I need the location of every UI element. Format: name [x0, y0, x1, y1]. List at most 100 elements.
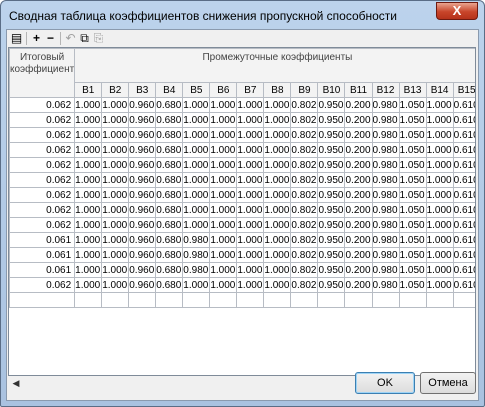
coefficient-cell[interactable]: 1.000: [209, 142, 238, 158]
coefficient-cell[interactable]: 0.610: [452, 172, 475, 188]
coefficient-cell[interactable]: 1.000: [101, 172, 130, 188]
coefficient-cell[interactable]: 0.610: [452, 217, 475, 233]
coefficient-cell[interactable]: 0.950: [317, 97, 346, 113]
remove-icon[interactable]: −: [44, 32, 57, 45]
coefficient-cell[interactable]: 0.980: [371, 232, 400, 248]
intermediate-coefficients-header[interactable]: Промежуточные коэффициенты: [74, 48, 475, 83]
table-row[interactable]: 0.061 1.000 1.000 0.960 0.680 0.980 1.000 1.000…: [9, 262, 475, 278]
coefficient-cell[interactable]: 1.000: [182, 202, 211, 218]
coefficient-cell[interactable]: 0.680: [155, 112, 184, 128]
coefficient-cell[interactable]: 1.000: [236, 127, 265, 143]
coefficient-cell[interactable]: 0.680: [155, 277, 184, 293]
coefficient-cell[interactable]: 0.802: [290, 187, 319, 203]
coefficient-cell[interactable]: 0.802: [290, 112, 319, 128]
coefficient-cell[interactable]: 0.960: [128, 127, 157, 143]
coefficient-cell[interactable]: 1.050: [398, 172, 427, 188]
coefficient-cell[interactable]: 0.680: [155, 127, 184, 143]
coefficient-cell[interactable]: 0.200: [344, 127, 373, 143]
coefficient-cell[interactable]: 1.000: [182, 172, 211, 188]
coefficient-cell[interactable]: 1.000: [425, 277, 454, 293]
coefficient-cell[interactable]: 0.950: [317, 202, 346, 218]
coefficient-cell[interactable]: 0.950: [317, 142, 346, 158]
coefficient-cell[interactable]: 0.200: [344, 157, 373, 173]
coefficient-cell[interactable]: 0.802: [290, 172, 319, 188]
coefficient-cell[interactable]: 1.000: [263, 157, 292, 173]
coefficient-cell[interactable]: 1.000: [101, 202, 130, 218]
coefficient-cell[interactable]: 1.000: [263, 97, 292, 113]
coefficient-cell[interactable]: 0.200: [344, 262, 373, 278]
column-header-b12[interactable]: B12: [371, 82, 400, 98]
coefficient-cell[interactable]: 0.960: [128, 262, 157, 278]
coefficient-cell[interactable]: 1.000: [236, 217, 265, 233]
coefficient-cell[interactable]: 1.000: [425, 262, 454, 278]
coefficient-cell[interactable]: 0.802: [290, 232, 319, 248]
title-bar[interactable]: Сводная таблица коэффициентов снижения п…: [1, 1, 484, 29]
coefficient-cell[interactable]: 1.050: [398, 187, 427, 203]
coefficient-cell[interactable]: 1.050: [398, 217, 427, 233]
coefficient-cell[interactable]: 1.000: [425, 202, 454, 218]
coefficient-cell[interactable]: 1.000: [425, 172, 454, 188]
total-coefficient-cell[interactable]: 0.061: [9, 232, 76, 248]
coefficient-cell[interactable]: 0.200: [344, 97, 373, 113]
coefficient-cell[interactable]: 0.802: [290, 157, 319, 173]
coefficient-cell[interactable]: 1.000: [182, 127, 211, 143]
coefficient-cell[interactable]: 1.000: [263, 247, 292, 263]
coefficient-cell[interactable]: 1.000: [74, 217, 103, 233]
coefficient-cell[interactable]: 0.802: [290, 202, 319, 218]
table-row[interactable]: 0.062 1.000 1.000 0.960 0.680 1.000 1.000 1.000…: [9, 277, 475, 293]
coefficient-cell[interactable]: 1.050: [398, 232, 427, 248]
column-header-b4[interactable]: B4: [155, 82, 184, 98]
coefficient-cell[interactable]: 0.610: [452, 262, 475, 278]
coefficient-cell[interactable]: 0.950: [317, 112, 346, 128]
table-row[interactable]: 0.062 1.000 1.000 0.960 0.680 1.000 1.000 1.000…: [9, 202, 475, 218]
copy-icon[interactable]: ⧉: [78, 32, 91, 45]
table-row[interactable]: 0.062 1.000 1.000 0.960 0.680 1.000 1.000 1.000…: [9, 172, 475, 188]
coefficient-cell[interactable]: 0.680: [155, 142, 184, 158]
coefficient-cell[interactable]: 1.000: [209, 127, 238, 143]
total-coefficient-cell[interactable]: 0.062: [9, 97, 76, 113]
coefficient-cell[interactable]: 1.000: [425, 112, 454, 128]
coefficient-cell[interactable]: 0.610: [452, 232, 475, 248]
coefficient-cell[interactable]: 1.000: [74, 232, 103, 248]
coefficient-cell[interactable]: 0.802: [290, 97, 319, 113]
coefficient-cell[interactable]: 1.000: [236, 172, 265, 188]
coefficient-cell[interactable]: 1.000: [236, 142, 265, 158]
coefficient-cell[interactable]: 1.000: [236, 202, 265, 218]
coefficient-cell[interactable]: 1.000: [263, 232, 292, 248]
table-row[interactable]: 0.061 1.000 1.000 0.960 0.680 0.980 1.000 1.000…: [9, 247, 475, 263]
coefficient-cell[interactable]: 0.950: [317, 127, 346, 143]
total-coefficient-cell[interactable]: 0.062: [9, 112, 76, 128]
coefficient-cell[interactable]: 1.000: [263, 202, 292, 218]
undo-icon[interactable]: ↶: [64, 32, 77, 45]
coefficient-cell[interactable]: 0.950: [317, 277, 346, 293]
coefficient-cell[interactable]: 1.000: [425, 187, 454, 203]
coefficient-cell[interactable]: 1.000: [263, 262, 292, 278]
coefficient-cell[interactable]: 1.000: [101, 262, 130, 278]
coefficient-cell[interactable]: 0.960: [128, 202, 157, 218]
coefficient-cell[interactable]: 1.000: [425, 247, 454, 263]
coefficient-cell[interactable]: 1.000: [182, 97, 211, 113]
coefficient-cell[interactable]: 1.000: [425, 232, 454, 248]
total-coefficient-cell[interactable]: 0.062: [9, 217, 76, 233]
coefficient-cell[interactable]: 1.000: [209, 217, 238, 233]
column-header-b2[interactable]: B2: [101, 82, 130, 98]
table-row[interactable]: 0.062 1.000 1.000 0.960 0.680 1.000 1.000 1.000…: [9, 187, 475, 203]
column-header-b9[interactable]: B9: [290, 82, 319, 98]
coefficient-cell[interactable]: 1.000: [425, 157, 454, 173]
coefficient-cell[interactable]: 1.000: [74, 202, 103, 218]
coefficient-cell[interactable]: 1.000: [263, 112, 292, 128]
coefficient-cell[interactable]: 0.980: [182, 232, 211, 248]
coefficient-cell[interactable]: 0.960: [128, 232, 157, 248]
coefficient-cell[interactable]: 0.802: [290, 142, 319, 158]
table-row[interactable]: 0.062 1.000 1.000 0.960 0.680 1.000 1.000 1.000…: [9, 142, 475, 158]
coefficient-cell[interactable]: 1.000: [209, 247, 238, 263]
coefficient-cell[interactable]: 0.980: [371, 202, 400, 218]
coefficient-cell[interactable]: 1.000: [74, 157, 103, 173]
total-coefficient-cell[interactable]: 0.062: [9, 142, 76, 158]
add-icon[interactable]: +: [30, 32, 43, 45]
coefficient-cell[interactable]: 0.802: [290, 247, 319, 263]
column-header-b6[interactable]: B6: [209, 82, 238, 98]
coefficient-cell[interactable]: 0.960: [128, 142, 157, 158]
coefficient-cell[interactable]: 0.200: [344, 247, 373, 263]
total-coefficient-cell[interactable]: 0.061: [9, 247, 76, 263]
